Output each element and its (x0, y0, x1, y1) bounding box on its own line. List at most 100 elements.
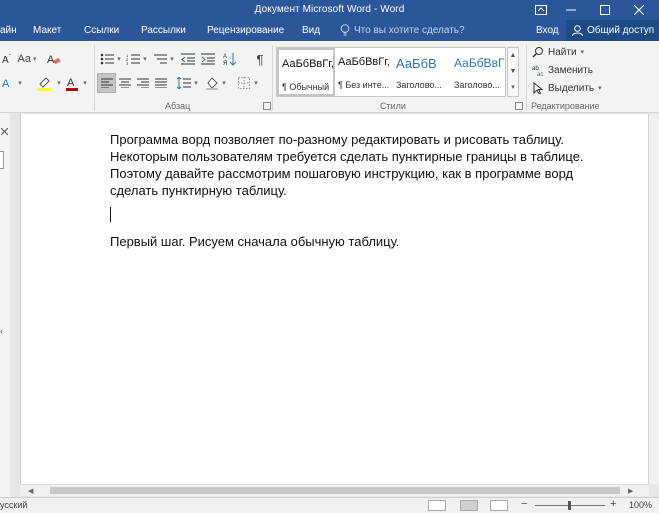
chevron-down-icon[interactable]: ▾ (252, 74, 260, 92)
borders-icon[interactable] (236, 74, 252, 92)
close-icon[interactable] (1, 128, 8, 135)
font-color-icon[interactable]: A (64, 74, 80, 92)
chevron-down-icon[interactable]: ▾ (220, 74, 228, 92)
multilevel-list-icon[interactable] (152, 50, 168, 68)
sign-in-link[interactable]: Вход (536, 25, 559, 36)
find-label: Найти (548, 46, 577, 58)
replace-button[interactable]: ab ac Заменить (532, 64, 593, 77)
justify-icon[interactable] (153, 74, 169, 92)
zoom-slider-thumb[interactable] (568, 501, 571, 510)
group-separator (526, 45, 527, 111)
tab-design[interactable]: айн (0, 25, 17, 36)
chevron-down-icon: ▾ (598, 85, 602, 92)
pilcrow-icon: ¶ (256, 51, 264, 67)
scroll-up-icon[interactable]: ▲ (508, 48, 518, 64)
styles-group-label: Стили (380, 101, 406, 111)
search-icon (532, 47, 543, 58)
change-case-label: Aa (17, 53, 31, 65)
ribbon: Aˇ Aa ▾ A A ▾ ▾ A ▾ ▾ 123 ▾ ▾ АЯ ¶ ▾ ▾ ▾… (0, 41, 659, 113)
increase-indent-icon[interactable] (200, 50, 216, 68)
shading-icon[interactable] (204, 74, 220, 92)
read-mode-icon[interactable] (428, 500, 446, 511)
zoom-level[interactable]: 100% (629, 500, 652, 510)
align-center-icon[interactable] (117, 74, 133, 92)
numbering-icon[interactable]: 123 (125, 50, 141, 68)
tell-me-placeholder: Что вы хотите сделать? (354, 24, 465, 36)
shrink-font-icon[interactable]: Aˇ (0, 50, 14, 68)
share-button[interactable]: Общий доступ (566, 20, 659, 41)
language-indicator[interactable]: усский (0, 500, 27, 510)
find-button[interactable]: Найти ▾ (532, 46, 584, 58)
chevron-down-icon[interactable]: ▾ (168, 50, 176, 68)
style-heading-2[interactable]: АаБбВвГ Заголово... (451, 48, 509, 96)
tab-review[interactable]: Рецензирование (207, 25, 284, 36)
styles-gallery: АаБбВвГг, ¶ Обычный АаБбВвГг, ¶ Без инте… (276, 47, 506, 97)
decrease-indent-icon[interactable] (180, 50, 196, 68)
navigation-pane-edge: ‹ (0, 113, 10, 498)
tab-mailings[interactable]: Рассылки (141, 25, 186, 36)
svg-text:ac: ac (537, 72, 543, 76)
svg-text:A: A (67, 77, 75, 89)
chevron-down-icon[interactable]: ▾ (54, 74, 64, 92)
web-layout-icon[interactable] (490, 500, 508, 511)
svg-text:А: А (223, 54, 227, 60)
style-normal[interactable]: АаБбВвГг, ¶ Обычный (277, 48, 335, 96)
scroll-left-icon[interactable]: ◀ (28, 487, 33, 495)
document-page[interactable]: Программа ворд позволяет по-разному реда… (20, 114, 649, 484)
zoom-out-icon[interactable]: − (521, 498, 527, 510)
chevron-down-icon[interactable]: ▾ (141, 50, 149, 68)
close-icon[interactable] (624, 0, 654, 20)
paragraph-dialog-launcher-icon[interactable] (263, 102, 271, 110)
minimize-icon[interactable] (556, 0, 586, 20)
tab-view[interactable]: Вид (302, 25, 320, 36)
chevron-down-icon[interactable]: ▾ (192, 74, 200, 92)
more-styles-icon[interactable]: ▾ (508, 80, 518, 96)
print-layout-icon[interactable] (460, 500, 478, 511)
lightbulb-icon (340, 24, 350, 36)
navigation-search-field-edge[interactable] (0, 151, 4, 169)
svg-text:A: A (47, 54, 55, 66)
change-case-button[interactable]: Aa ▾ (14, 50, 40, 68)
style-no-spacing[interactable]: АаБбВвГг, ¶ Без инте... (335, 48, 393, 96)
style-name: Заголово... (454, 80, 500, 90)
clear-formatting-icon[interactable]: A (44, 50, 64, 68)
tab-references[interactable]: Ссылки (84, 25, 119, 36)
chevron-down-icon[interactable]: ▾ (115, 50, 123, 68)
horizontal-scroll-thumb[interactable] (50, 487, 620, 494)
bullets-icon[interactable] (99, 50, 115, 68)
line-spacing-icon[interactable] (176, 74, 192, 92)
styles-dialog-launcher-icon[interactable] (515, 102, 523, 110)
chevron-down-icon[interactable]: ▾ (80, 74, 90, 92)
maximize-icon[interactable] (590, 0, 620, 20)
group-separator (272, 45, 273, 111)
style-sample: АаБбВвГг, (282, 58, 334, 70)
show-formatting-marks-button[interactable]: ¶ (252, 50, 268, 68)
svg-text:ˇ: ˇ (9, 55, 11, 61)
editing-group-label: Редактирование (531, 101, 600, 111)
horizontal-scrollbar[interactable]: ◀ ▶ (20, 484, 649, 496)
title-bar: Документ Microsoft Word - Word (0, 0, 659, 20)
tab-layout[interactable]: Макет (33, 25, 61, 36)
style-heading-1[interactable]: АаБбВ Заголово... (393, 48, 451, 96)
person-icon (572, 25, 583, 36)
document-paragraph[interactable]: Первый шаг. Рисуем сначала обычную табли… (110, 233, 610, 250)
replace-icon: abac (532, 66, 543, 76)
highlight-color-icon[interactable] (34, 74, 54, 92)
ribbon-tabs: айн Макет Ссылки Рассылки Рецензирование… (0, 20, 659, 41)
sort-icon[interactable]: АЯ (222, 50, 238, 68)
select-button[interactable]: Выделить ▾ (532, 82, 602, 94)
align-left-button[interactable] (97, 73, 116, 93)
align-right-icon[interactable] (135, 74, 151, 92)
text-effects-icon[interactable]: A (0, 74, 14, 92)
group-separator (94, 45, 95, 111)
zoom-in-icon[interactable]: + (610, 498, 616, 510)
chevron-left-icon[interactable]: ‹ (0, 326, 3, 336)
scroll-right-icon[interactable]: ▶ (628, 487, 633, 495)
document-paragraph[interactable]: Программа ворд позволяет по-разному реда… (110, 131, 610, 199)
tell-me-search[interactable]: Что вы хотите сделать? (340, 24, 465, 36)
ribbon-display-options-icon[interactable] (526, 0, 556, 20)
vertical-scrollbar[interactable] (649, 114, 659, 484)
chevron-down-icon[interactable]: ▾ (14, 74, 26, 92)
scroll-down-icon[interactable]: ▼ (508, 64, 518, 80)
styles-gallery-scroll[interactable]: ▲ ▼ ▾ (507, 47, 519, 97)
